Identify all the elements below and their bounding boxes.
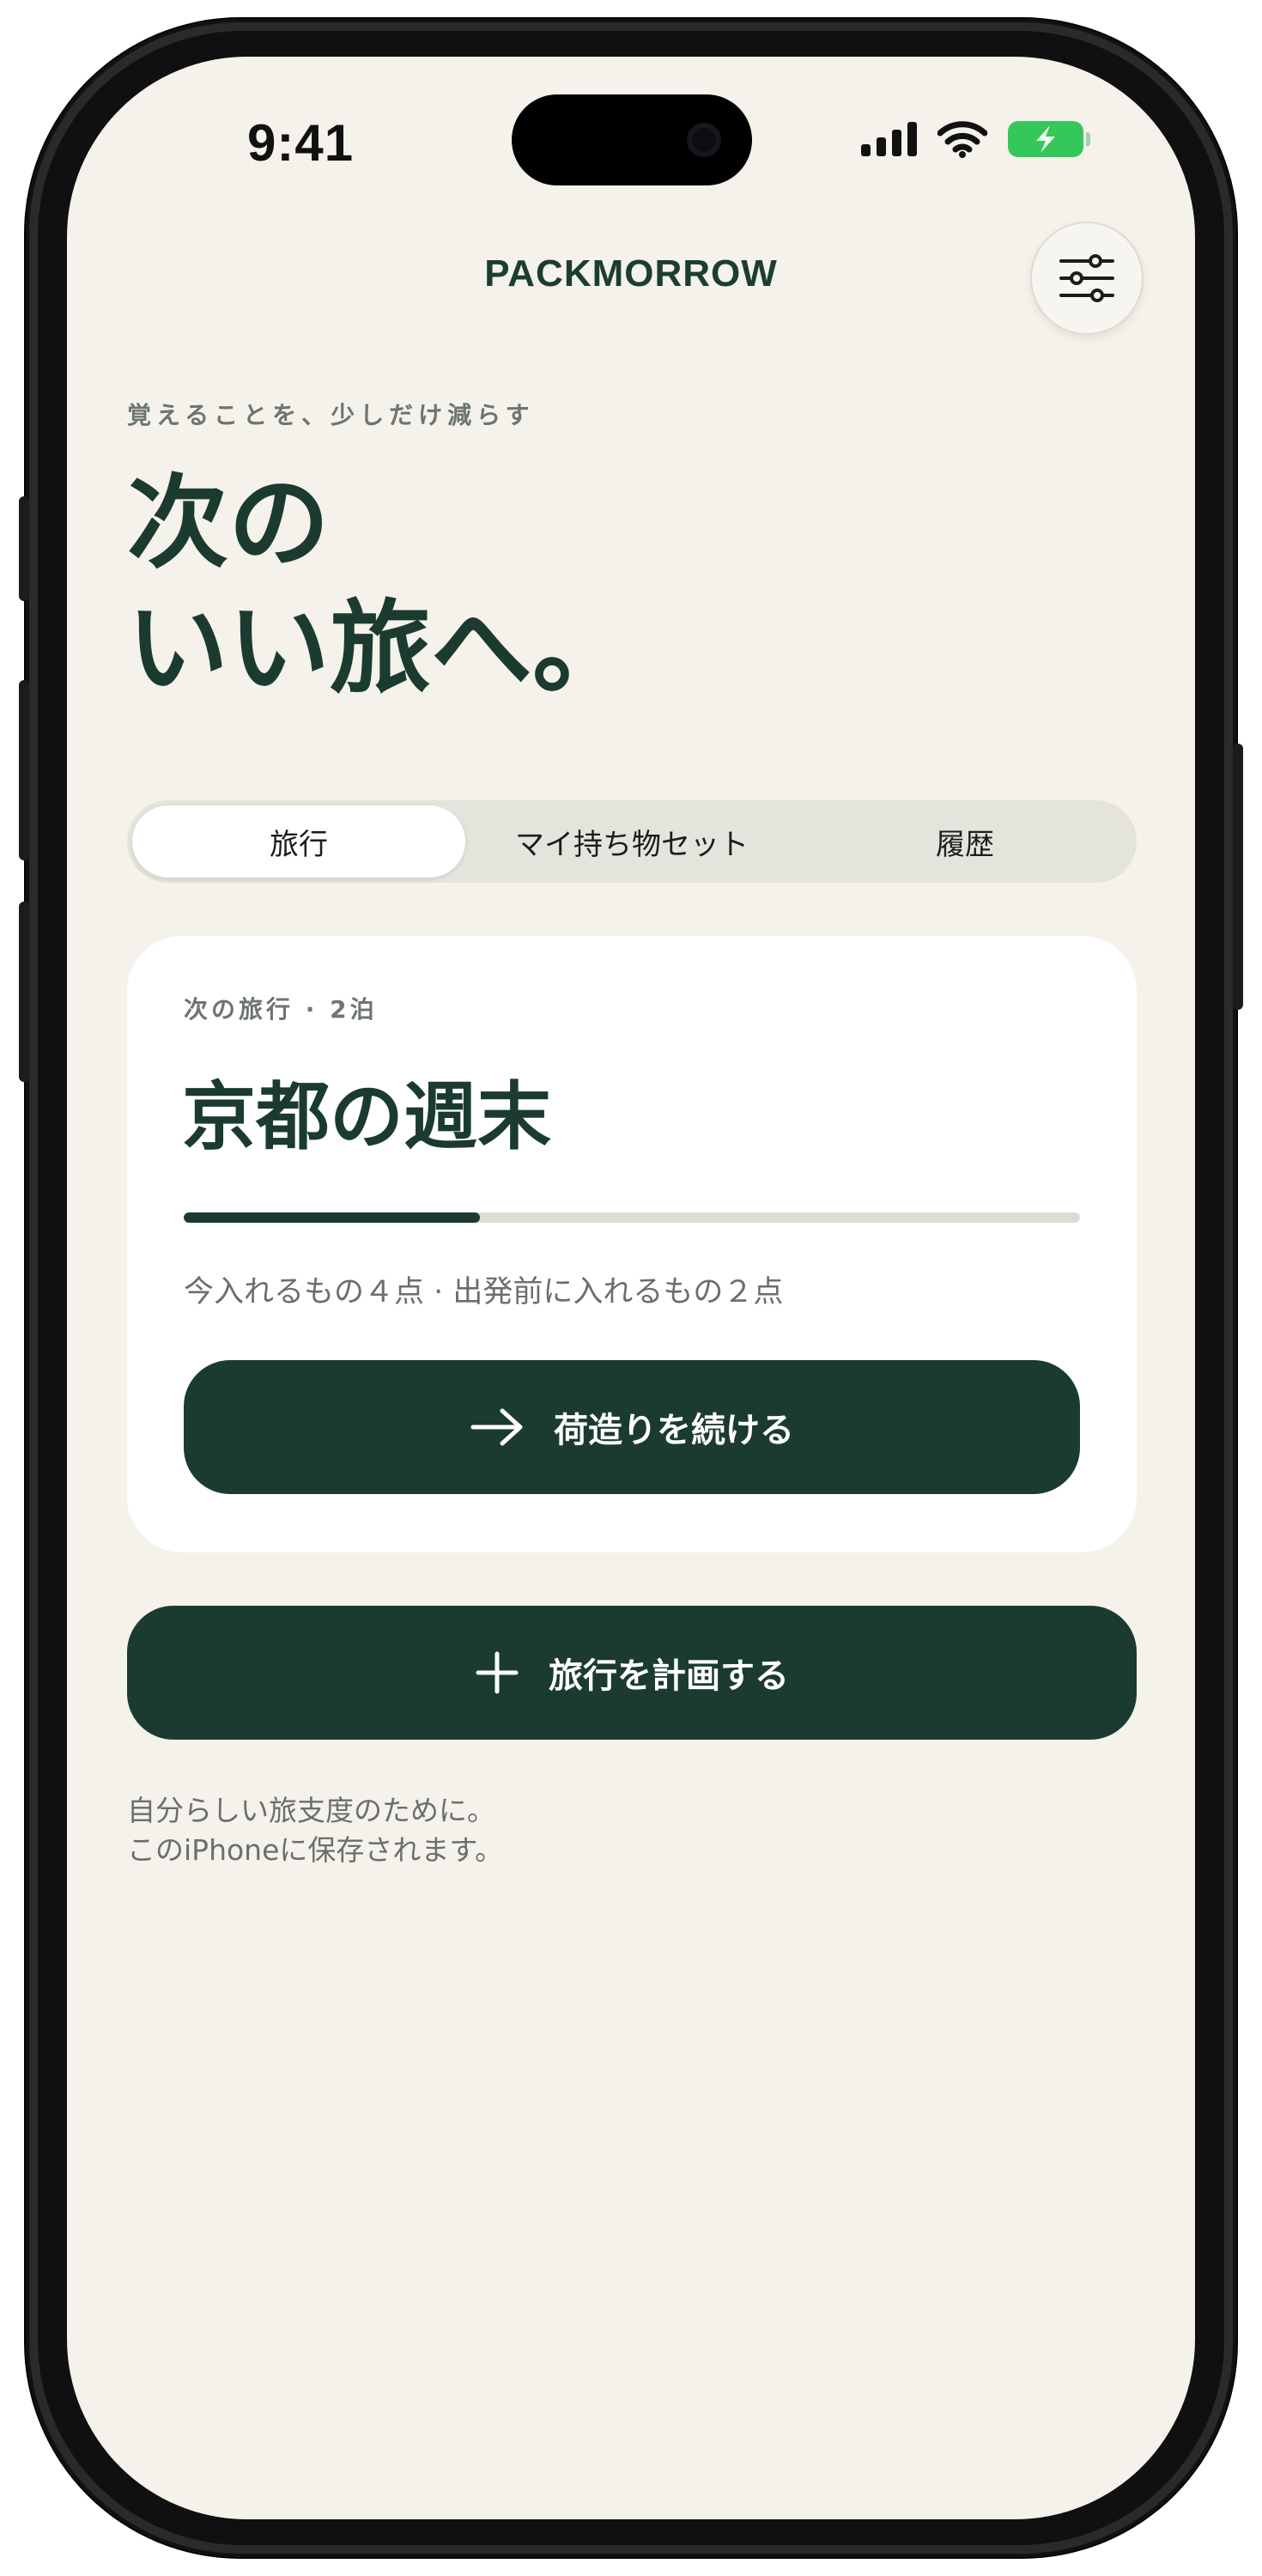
packing-progress-fill — [184, 1212, 480, 1223]
arrow-right-icon — [470, 1408, 523, 1446]
tab-trips[interactable]: 旅行 — [132, 805, 465, 878]
trip-meta: 次の旅行 · 2泊 — [184, 995, 378, 1024]
packing-summary: 今入れるもの４点 · 出発前に入れるもの２点 — [184, 1275, 784, 1309]
cellular-signal-icon — [861, 122, 917, 156]
volume-up-button — [19, 680, 29, 860]
continue-packing-label: 荷造りを続ける — [554, 1411, 794, 1450]
plus-icon — [476, 1651, 519, 1694]
tab-history[interactable]: 履歴 — [798, 805, 1132, 878]
next-trip-card[interactable]: 次の旅行 · 2泊 京都の週末 今入れるもの４点 · 出発前に入れるもの２点 荷… — [127, 936, 1137, 1552]
hero-line-1: 次の — [127, 463, 331, 582]
hero-heading: 次の いい旅へ。 — [127, 460, 634, 711]
packing-progress-bar — [184, 1212, 1080, 1223]
status-icons — [861, 113, 1090, 165]
battery-charging-icon — [1008, 121, 1090, 157]
tab-my-item-sets[interactable]: マイ持ち物セット — [465, 805, 798, 878]
wifi-icon — [937, 121, 987, 158]
hero-line-2: いい旅へ。 — [127, 588, 634, 708]
plan-trip-button[interactable]: 旅行を計画する — [127, 1606, 1137, 1740]
front-camera — [687, 123, 721, 157]
plan-trip-label: 旅行を計画する — [549, 1656, 789, 1696]
continue-packing-button[interactable]: 荷造りを続ける — [184, 1360, 1080, 1494]
footnote-line-1: 自分らしい旅支度のために。 — [127, 1794, 495, 1827]
trip-title: 京都の週末 — [182, 1073, 551, 1160]
tagline: 覚えることを、少しだけ減らす — [127, 401, 535, 429]
volume-down-button — [19, 902, 29, 1082]
footnote-line-2: このiPhoneに保存されます。 — [127, 1833, 504, 1867]
status-time: 9:41 — [247, 114, 355, 172]
tab-switcher: 旅行 マイ持ち物セット 履歴 — [127, 800, 1137, 883]
app-screen: 9:41 PACKMORROW 覚えることを、少しだけ減らす 次の いい旅へ。 … — [67, 57, 1195, 2519]
settings-button[interactable] — [1030, 222, 1144, 335]
app-brand: PACKMORROW — [484, 252, 778, 295]
storage-footnote: 自分らしい旅支度のために。 このiPhoneに保存されます。 — [127, 1791, 503, 1870]
power-button — [1233, 744, 1243, 1010]
action-button — [19, 496, 29, 601]
sliders-icon — [1059, 254, 1114, 302]
dynamic-island — [512, 94, 752, 185]
